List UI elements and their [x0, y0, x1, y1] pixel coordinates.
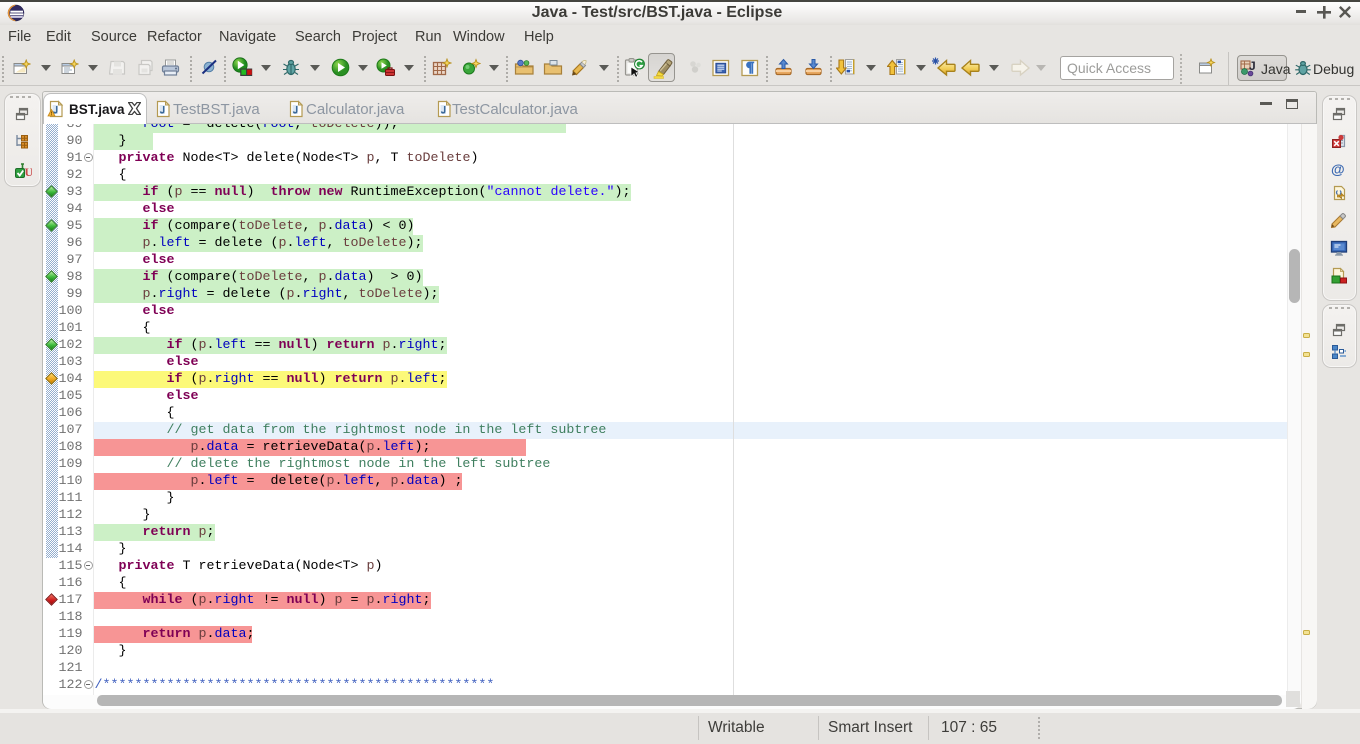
svg-text:U: U: [25, 165, 33, 179]
